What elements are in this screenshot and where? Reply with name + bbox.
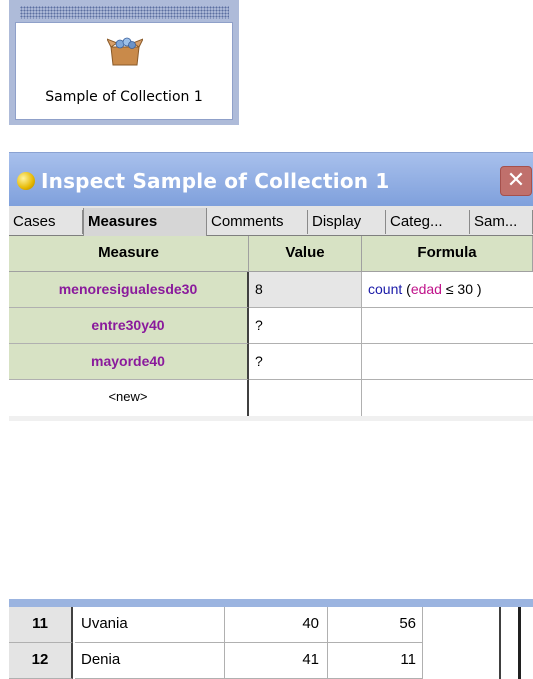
collection-panel[interactable]: Sample of Collection 1 xyxy=(15,22,233,120)
inspector-icon xyxy=(17,172,35,190)
measure-value[interactable]: ? xyxy=(249,344,362,380)
measure-value[interactable]: ? xyxy=(249,308,362,344)
case-value-cell[interactable]: 56 xyxy=(328,607,423,643)
measure-formula[interactable]: count (edad ≤ 30 ) xyxy=(362,272,533,308)
header-measure[interactable]: Measure xyxy=(9,236,249,272)
measure-row[interactable]: entre30y40 ? xyxy=(9,308,533,344)
close-button[interactable]: ✕ xyxy=(500,166,532,196)
new-measure-label[interactable]: <new> xyxy=(9,380,249,416)
tab-measures[interactable]: Measures xyxy=(83,208,207,236)
new-measure-formula[interactable] xyxy=(362,380,533,416)
measure-row[interactable]: menoresigualesde30 8 count (edad ≤ 30 ) xyxy=(9,272,533,308)
collection-label: Sample of Collection 1 xyxy=(45,89,203,105)
case-value-cell[interactable]: 11 xyxy=(328,643,423,679)
measure-name[interactable]: entre30y40 xyxy=(9,308,249,344)
new-measure-value[interactable] xyxy=(249,380,362,416)
table-empty-area[interactable] xyxy=(9,421,533,607)
close-icon: ✕ xyxy=(506,168,526,193)
window-title: Inspect Sample of Collection 1 xyxy=(41,169,390,193)
inspector-window: Inspect Sample of Collection 1 ✕ Cases M… xyxy=(9,152,533,679)
tab-sample[interactable]: Sam... xyxy=(470,210,533,234)
measure-value[interactable]: 8 xyxy=(249,272,362,308)
title-bar[interactable]: Inspect Sample of Collection 1 ✕ xyxy=(9,152,533,206)
tab-cases[interactable]: Cases xyxy=(9,210,83,234)
table-row[interactable]: 12 Denia 41 11 xyxy=(9,643,533,679)
window-bottom-border[interactable] xyxy=(9,599,533,607)
table-row[interactable]: 11 Uvania 40 56 xyxy=(9,607,533,643)
formula-condition: ≤ 30 ) xyxy=(441,281,482,297)
table-header: Measure Value Formula xyxy=(9,236,533,272)
measure-formula[interactable] xyxy=(362,308,533,344)
formula-paren: ( xyxy=(402,281,411,297)
empty-cell[interactable] xyxy=(501,607,521,643)
row-index[interactable]: 12 xyxy=(9,643,73,679)
open-box-icon xyxy=(107,37,143,66)
formula-variable: edad xyxy=(410,281,442,297)
tab-bar: Cases Measures Comments Display Categ...… xyxy=(9,206,533,236)
measure-name[interactable]: menoresigualesde30 xyxy=(9,272,249,308)
empty-cell[interactable] xyxy=(423,643,501,679)
tab-categories[interactable]: Categ... xyxy=(386,210,470,234)
header-value[interactable]: Value xyxy=(249,236,362,272)
empty-cell[interactable] xyxy=(423,607,501,643)
collection-box[interactable]: Sample of Collection 1 xyxy=(9,0,239,125)
new-measure-row[interactable]: <new> xyxy=(9,380,533,416)
measure-formula[interactable] xyxy=(362,344,533,380)
measure-row[interactable]: mayorde40 ? xyxy=(9,344,533,380)
empty-cell[interactable] xyxy=(501,643,521,679)
case-value-cell[interactable]: 41 xyxy=(225,643,328,679)
formula-function: count xyxy=(368,281,403,297)
case-value-cell[interactable]: 40 xyxy=(225,607,328,643)
case-name-cell[interactable]: Denia xyxy=(75,643,225,679)
row-index[interactable]: 11 xyxy=(9,607,73,643)
tab-display[interactable]: Display xyxy=(308,210,386,234)
case-name-cell[interactable]: Uvania xyxy=(75,607,225,643)
tab-comments[interactable]: Comments xyxy=(207,210,308,234)
measure-name[interactable]: mayorde40 xyxy=(9,344,249,380)
drag-handle[interactable] xyxy=(20,6,229,19)
header-formula[interactable]: Formula xyxy=(362,236,533,272)
